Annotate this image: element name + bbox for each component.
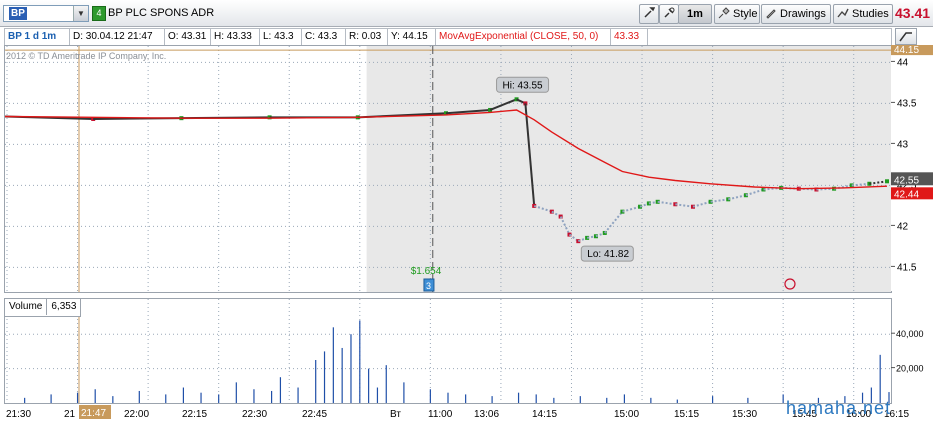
price-tick-label: 41.5 — [897, 262, 917, 273]
wrench-icon[interactable] — [639, 4, 659, 24]
header-y: Y: 44.15 — [388, 29, 436, 45]
volume-value: 6,353 — [51, 301, 77, 312]
drawings-button[interactable]: Drawings — [761, 4, 831, 24]
crosshair-price-label: 44.15 — [894, 45, 919, 56]
symbol-input[interactable]: BP ▼ — [3, 5, 89, 22]
volume-axis-svg: 40,000 20,000 — [891, 329, 924, 374]
volume-plot[interactable] — [4, 298, 892, 404]
time-tick-label: 15:30 — [732, 409, 757, 420]
time-tick-label: 22:15 — [182, 409, 207, 420]
company-name: BP PLC SPONS ADR — [108, 7, 215, 19]
study-name[interactable]: MovAvgExponential (CLOSE, 50, 0) — [436, 29, 611, 45]
price-axis[interactable]: 44 43.5 43 42.5 42 41.5 44.15 42.55 42.44 — [891, 45, 933, 291]
style-button[interactable]: Style — [714, 4, 760, 24]
price-tick-label: 42 — [897, 221, 909, 232]
header-high: H: 43.33 — [211, 29, 260, 45]
price-tick-label: 43 — [897, 139, 909, 150]
volume-chart-svg — [5, 299, 891, 403]
chart-settings-icon[interactable] — [895, 28, 917, 45]
price-plot[interactable]: Hi: 43.55 Lo: 41.82 $1.654 3 — [4, 45, 892, 293]
link-icon[interactable] — [659, 4, 679, 24]
interval-button[interactable]: 1m — [678, 4, 712, 24]
last-price: 43.41 — [895, 5, 931, 21]
drawings-label: Drawings — [780, 8, 826, 20]
time-tick-label: 22:45 — [302, 409, 327, 420]
time-tick-label: 14:15 — [532, 409, 557, 420]
volume-axis: 40,000 20,000 — [891, 298, 933, 402]
header-close: C: 43.3 — [302, 29, 346, 45]
style-label: Style — [733, 8, 758, 20]
chart-title[interactable]: BP 1 d 1m — [5, 29, 70, 45]
crosshair-time-label: 21:47 — [81, 408, 106, 419]
high-label: Hi: 43.55 — [503, 80, 543, 91]
chevron-down-icon[interactable]: ▼ — [73, 6, 88, 21]
time-tick-label: Вт — [390, 409, 401, 420]
study-value: 43.33 — [611, 29, 648, 45]
header-low: L: 43.3 — [260, 29, 302, 45]
time-tick-label: 13:06 — [474, 409, 499, 420]
studies-icon — [837, 8, 849, 18]
time-tick-label: 22:00 — [124, 409, 149, 420]
low-label: Lo: 41.82 — [587, 249, 629, 260]
studies-label: Studies — [852, 8, 889, 20]
dividend-label: $1.654 — [411, 266, 442, 277]
event-marker: 3 — [426, 281, 431, 291]
time-tick-label: 11:00 — [428, 409, 453, 420]
time-tick-label: 22:30 — [242, 409, 267, 420]
volume-label-box: Volume 6,353 — [4, 298, 82, 317]
price-axis-svg: 4443.54342.54241.544.1542.5542.44 — [891, 45, 933, 273]
level-badge: 4 — [92, 6, 106, 21]
price-tick-label: 44 — [897, 57, 909, 68]
time-tick-label: 21:30 — [6, 409, 31, 420]
price-chart-svg: Hi: 43.55 Lo: 41.82 $1.654 3 — [5, 46, 891, 292]
price-tick-label: 43.5 — [897, 98, 917, 109]
header-date: D: 30.04.12 21:47 — [70, 29, 165, 45]
volume-label: Volume — [5, 299, 48, 315]
symbol-text: BP — [9, 7, 27, 20]
time-tick-label: 15:15 — [674, 409, 699, 420]
vol-tick-label: 40,000 — [896, 329, 924, 339]
time-tick-label: 15:00 — [614, 409, 639, 420]
header-open: O: 43.31 — [165, 29, 211, 45]
last-price-label: 42.55 — [894, 175, 919, 186]
vol-tick-label: 20,000 — [896, 364, 924, 374]
watermark: hamaha.net — [786, 398, 892, 418]
ema-price-label: 42.44 — [894, 189, 919, 200]
price-bar — [885, 179, 889, 184]
chart-header: BP 1 d 1m D: 30.04.12 21:47 O: 43.31 H: … — [4, 28, 892, 46]
chart-toolbar: BP ▼ 4 BP PLC SPONS ADR 1m Style Drawing… — [0, 0, 933, 27]
pencil-icon — [766, 9, 776, 19]
studies-button[interactable]: Studies — [833, 4, 893, 24]
header-range: R: 0.03 — [346, 29, 388, 45]
style-icon — [718, 7, 730, 19]
time-tick-label: 21 — [64, 409, 76, 420]
copyright-text: 2012 © TD Ameritrade IP Company, Inc. — [6, 51, 167, 61]
